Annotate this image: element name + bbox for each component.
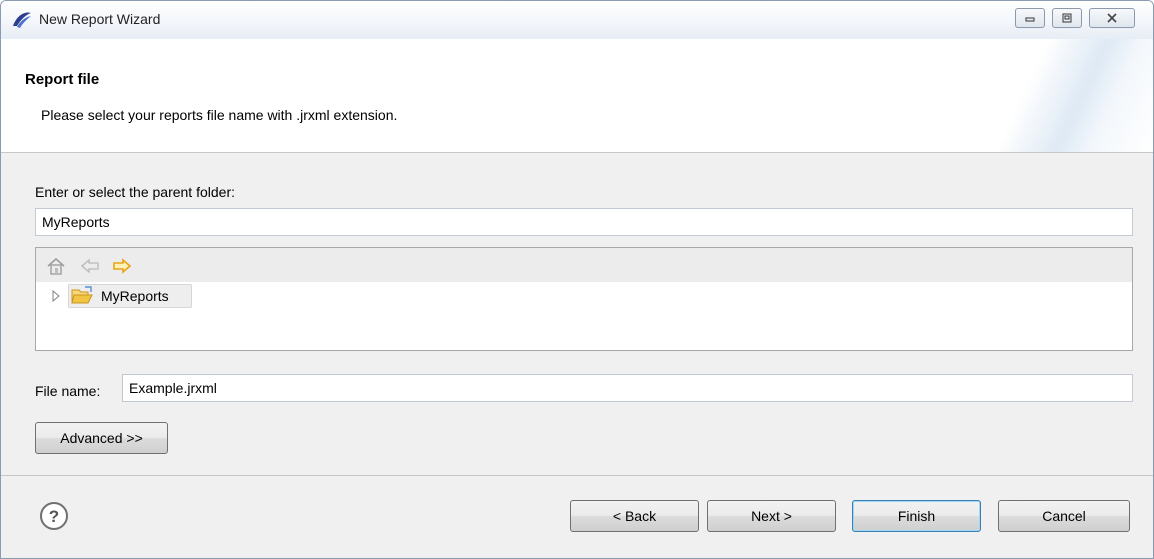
tree-item-myreports[interactable]: MyReports bbox=[68, 284, 192, 308]
back-arrow-icon[interactable] bbox=[80, 257, 100, 275]
page-title: Report file bbox=[25, 71, 100, 88]
close-icon bbox=[1107, 13, 1117, 23]
tree-item-label: MyReports bbox=[101, 288, 169, 304]
parent-folder-label: Enter or select the parent folder: bbox=[35, 184, 235, 200]
file-name-label: File name: bbox=[35, 383, 101, 399]
close-button[interactable] bbox=[1089, 8, 1135, 28]
folder-tree[interactable]: MyReports bbox=[35, 247, 1133, 351]
next-button[interactable]: Next > bbox=[707, 500, 836, 532]
cancel-button[interactable]: Cancel bbox=[998, 500, 1130, 532]
footer-separator bbox=[1, 475, 1153, 476]
svg-text:?: ? bbox=[49, 507, 59, 526]
expand-triangle-icon[interactable] bbox=[51, 290, 61, 302]
advanced-button[interactable]: Advanced >> bbox=[35, 422, 168, 454]
wizard-window: New Report Wizard Report file Please sel… bbox=[0, 0, 1154, 559]
maximize-button[interactable] bbox=[1052, 8, 1082, 28]
minimize-button[interactable] bbox=[1015, 8, 1045, 28]
back-button[interactable]: < Back bbox=[570, 500, 699, 532]
eclipse-swoosh-icon bbox=[13, 12, 31, 28]
window-title: New Report Wizard bbox=[39, 11, 161, 27]
home-icon[interactable] bbox=[46, 257, 66, 275]
title-bar[interactable]: New Report Wizard bbox=[1, 1, 1153, 39]
open-folder-icon bbox=[71, 286, 93, 304]
page-description: Please select your reports file name wit… bbox=[41, 107, 398, 123]
forward-arrow-icon[interactable] bbox=[112, 257, 132, 275]
minimize-icon bbox=[1025, 17, 1035, 22]
finish-button[interactable]: Finish bbox=[852, 500, 981, 532]
wizard-header: Report file Please select your reports f… bbox=[1, 39, 1153, 153]
tree-toolbar bbox=[36, 248, 1132, 282]
header-decoration bbox=[963, 39, 1153, 152]
file-name-input[interactable] bbox=[122, 374, 1133, 402]
help-icon[interactable]: ? bbox=[39, 501, 69, 531]
parent-folder-input[interactable] bbox=[35, 208, 1133, 236]
maximize-icon bbox=[1062, 13, 1072, 23]
